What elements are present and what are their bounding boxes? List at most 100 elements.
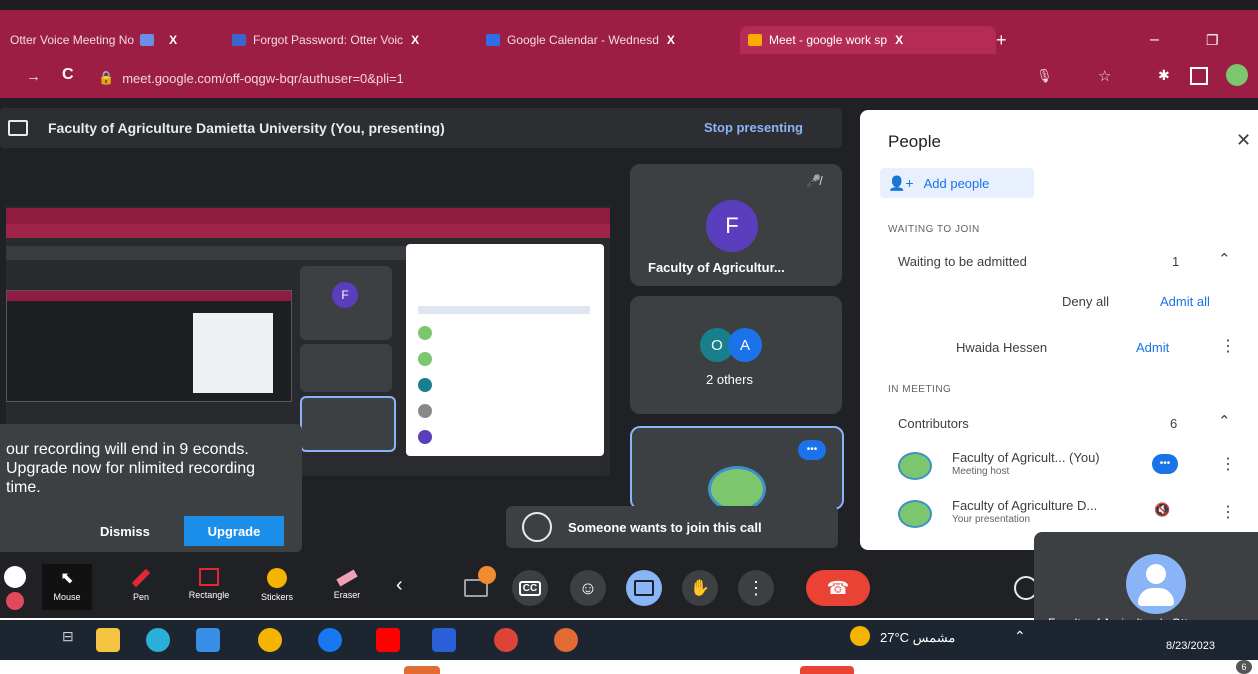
tool-rectangle[interactable]: Rectangle bbox=[184, 564, 234, 610]
tool-stickers[interactable]: Stickers bbox=[252, 564, 302, 610]
star-icon[interactable]: ☆ bbox=[1098, 67, 1111, 85]
store-icon[interactable] bbox=[432, 628, 456, 652]
admit-button[interactable]: Admit bbox=[1136, 340, 1169, 355]
rectangle-icon bbox=[199, 568, 219, 586]
record-stop-icon[interactable] bbox=[6, 592, 24, 610]
speaking-indicator-icon: ••• bbox=[1152, 454, 1178, 474]
forward-icon[interactable]: → bbox=[26, 68, 41, 85]
mirror-nested-chrome bbox=[7, 291, 291, 301]
weather-text[interactable]: 27°C مشمس bbox=[880, 630, 955, 646]
tool-label: Mouse bbox=[53, 592, 81, 602]
tool-label: Rectangle bbox=[188, 590, 230, 600]
url-text: meet.google.com/off-oqgw-bqr/authuser=0&… bbox=[122, 70, 404, 86]
present-button[interactable] bbox=[626, 570, 662, 606]
avatar-f: F bbox=[706, 200, 758, 252]
tab-forgot-password[interactable]: Forgot Password: Otter Voic X bbox=[232, 26, 476, 54]
url-field[interactable]: 🔒 meet.google.com/off-oqgw-bqr/authuser=… bbox=[98, 66, 998, 90]
close-tab-icon[interactable]: X bbox=[169, 33, 177, 47]
leave-call-button[interactable]: ☎ bbox=[806, 570, 870, 606]
more-options-icon[interactable]: ••• bbox=[798, 440, 826, 460]
more-vert-icon[interactable]: ⋮ bbox=[1220, 336, 1236, 356]
others-label: 2 others bbox=[706, 372, 753, 387]
close-tab-icon[interactable]: X bbox=[667, 33, 675, 47]
member-role: Your presentation bbox=[952, 514, 1031, 525]
clock-date[interactable]: 8/23/2023 bbox=[1166, 640, 1215, 652]
more-vert-icon[interactable]: ⋮ bbox=[1220, 454, 1236, 474]
task-view-icon[interactable]: ⊟ bbox=[62, 628, 86, 652]
notification-badge bbox=[478, 566, 496, 584]
maximize-icon[interactable]: ❐ bbox=[1206, 26, 1226, 54]
captions-button[interactable]: CC bbox=[512, 570, 548, 606]
mirror-present-bar bbox=[6, 246, 406, 260]
mirror-controls bbox=[300, 456, 600, 474]
close-icon[interactable]: ✕ bbox=[1236, 130, 1251, 151]
profile-avatar[interactable] bbox=[1226, 64, 1248, 86]
tab-google-calendar[interactable]: Google Calendar - Wednesd X bbox=[486, 26, 732, 54]
tab-otter-meeting[interactable]: Otter Voice Meeting No X bbox=[10, 26, 222, 54]
raise-hand-button[interactable]: ✋ bbox=[682, 570, 718, 606]
file-explorer-icon[interactable] bbox=[96, 628, 120, 652]
collapse-toolbar-icon[interactable]: ‹ bbox=[396, 574, 403, 597]
mirror-row bbox=[418, 306, 590, 314]
present-icon bbox=[8, 120, 28, 136]
recording-toast: our recording will end in 9 econds. Upgr… bbox=[0, 424, 302, 552]
present-screen-icon bbox=[634, 580, 654, 596]
close-tab-icon[interactable]: X bbox=[895, 33, 903, 47]
control-bar: ⬉ Mouse Pen Rectangle Stickers Eraser ‹ … bbox=[0, 560, 1040, 618]
waiting-section-header[interactable]: Waiting to be admitted 1 ⌃ bbox=[888, 244, 1248, 280]
more-options-button[interactable]: ⋮ bbox=[738, 570, 774, 606]
tab-label: Forgot Password: Otter Voic bbox=[253, 33, 404, 47]
more-vert-icon[interactable]: ⋮ bbox=[1220, 502, 1236, 522]
member-name: Faculty of Agriculture D... bbox=[952, 498, 1098, 513]
overlay-button-edge bbox=[404, 666, 440, 674]
tray-chevron-icon[interactable]: ⌃ bbox=[1014, 628, 1026, 645]
reload-icon[interactable]: C bbox=[62, 66, 74, 84]
sidebar-icon[interactable] bbox=[1190, 67, 1208, 85]
extensions-icon[interactable]: ✱ bbox=[1158, 67, 1170, 84]
tab-label: Otter Voice Meeting No bbox=[10, 33, 135, 47]
join-request-notice[interactable]: Someone wants to join this call bbox=[506, 506, 838, 548]
participant-tile-others[interactable]: O A 2 others bbox=[630, 296, 842, 414]
windows-taskbar: ⊟ 27°C مشمس ⌃ 8/23/2023 bbox=[0, 620, 1258, 660]
new-tab-button[interactable]: + bbox=[996, 26, 1020, 54]
pen-icon bbox=[131, 568, 151, 588]
contributors-header[interactable]: Contributors 6 ⌃ bbox=[888, 408, 1248, 438]
participant-tile-faculty[interactable]: 🎤̸ F Faculty of Agricultur... bbox=[630, 164, 842, 286]
deny-all-button[interactable]: Deny all bbox=[1062, 294, 1109, 309]
chrome-canary-icon[interactable] bbox=[554, 628, 578, 652]
calendar-icon bbox=[486, 34, 500, 46]
stop-presenting-button[interactable]: Stop presenting bbox=[704, 120, 803, 135]
chrome-icon[interactable] bbox=[258, 628, 282, 652]
tool-pen[interactable]: Pen bbox=[116, 564, 166, 610]
upgrade-button[interactable]: Upgrade bbox=[184, 516, 284, 546]
dismiss-button[interactable]: Dismiss bbox=[100, 524, 150, 539]
chevron-up-icon[interactable]: ⌃ bbox=[1218, 412, 1231, 430]
emoji-button[interactable]: ☺ bbox=[570, 570, 606, 606]
facebook-icon[interactable] bbox=[318, 628, 342, 652]
youtube-icon[interactable] bbox=[376, 628, 400, 652]
participant-tile-presenter[interactable]: ••• bbox=[630, 426, 844, 512]
waiting-person-name: Hwaida Hessen bbox=[956, 340, 1048, 355]
mail-icon[interactable] bbox=[196, 628, 220, 652]
mirror-row-avatar bbox=[418, 378, 432, 392]
overlay-button-edge bbox=[800, 666, 854, 674]
add-people-button[interactable]: 👤+ Add people bbox=[880, 168, 1034, 198]
otter-icon bbox=[232, 34, 246, 46]
tab-google-meet[interactable]: Meet - google work sp X bbox=[740, 26, 996, 54]
tool-mouse[interactable]: ⬉ Mouse bbox=[42, 564, 92, 610]
close-tab-icon[interactable]: X bbox=[411, 33, 419, 47]
chrome-profile-icon[interactable] bbox=[494, 628, 518, 652]
tool-label: Pen bbox=[132, 592, 149, 602]
waiting-label: Waiting to be admitted bbox=[898, 254, 1027, 269]
pause-icon[interactable] bbox=[4, 566, 26, 588]
edge-icon[interactable] bbox=[146, 628, 170, 652]
chevron-up-icon[interactable]: ⌃ bbox=[1218, 250, 1231, 268]
self-view-tile[interactable]: Faculty of Agriculture's Otte bbox=[1034, 532, 1258, 634]
person-body-icon bbox=[1138, 588, 1174, 606]
admit-all-button[interactable]: Admit all bbox=[1160, 294, 1210, 309]
mic-off-icon: 🎤̸ bbox=[806, 174, 821, 188]
minimize-icon[interactable]: – bbox=[1150, 26, 1170, 54]
mic-icon[interactable]: 🎙 bbox=[1036, 68, 1053, 84]
tool-eraser[interactable]: Eraser bbox=[322, 564, 372, 610]
avatar-a: A bbox=[728, 328, 762, 362]
